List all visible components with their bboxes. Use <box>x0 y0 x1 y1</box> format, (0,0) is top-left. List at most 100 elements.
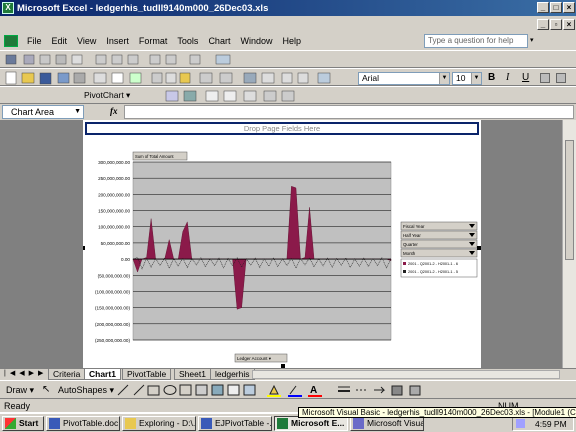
draw-tools[interactable]: A <box>114 381 434 399</box>
fx-icon[interactable]: fx <box>110 106 118 116</box>
autoshapes-menu[interactable]: AutoShapes ▾ <box>58 385 114 396</box>
page-drop-zone[interactable]: Drop Page Fields Here <box>85 122 479 135</box>
undo-icon <box>199 72 213 84</box>
refresh-icon <box>243 90 257 102</box>
title-bar: X Microsoft Excel - ledgerhis_tudll9140m… <box>0 0 576 16</box>
tab-criteria[interactable]: Criteria <box>48 369 86 380</box>
task-ejpivottable[interactable]: EJPivotTable -... <box>198 416 272 431</box>
folder-icon <box>125 418 136 429</box>
print-icon <box>93 72 107 84</box>
menu-file[interactable]: File <box>22 36 47 46</box>
series-field-label: Quarter <box>403 242 418 247</box>
shadow-icon <box>391 385 403 396</box>
box-icon <box>149 54 161 65</box>
spelling-icon <box>129 72 142 84</box>
oval-icon <box>163 385 177 395</box>
chart-sheet[interactable]: Drop Page Fields Here 300,000,000.00 250,… <box>83 120 481 368</box>
align-left-icon[interactable] <box>540 73 550 83</box>
pivot-toolbar: PivotChart ▾ <box>0 86 576 104</box>
taskbar-tooltip: Microsoft Visual Basic - ledgerhis_tudll… <box>298 407 576 418</box>
start-button[interactable]: Start <box>2 416 44 431</box>
cut-icon <box>151 72 163 84</box>
pivot-chart[interactable]: 300,000,000.00 250,000,000.00 200,000,000.… <box>83 138 481 368</box>
maximize-button[interactable]: □ <box>550 2 562 13</box>
workbook-icon[interactable] <box>4 35 18 47</box>
y-tick-label: (100,000,000.00) <box>95 289 130 294</box>
chart-toolbar <box>0 50 576 68</box>
menu-format[interactable]: Format <box>134 36 173 46</box>
autosum-icon <box>261 72 275 84</box>
format-report-icon <box>165 90 179 102</box>
menu-window[interactable]: Window <box>235 36 277 46</box>
menu-chart[interactable]: Chart <box>203 36 235 46</box>
tray-icon[interactable] <box>516 419 525 428</box>
menu-view[interactable]: View <box>72 36 101 46</box>
menu-help[interactable]: Help <box>277 36 306 46</box>
name-box[interactable]: Chart Area ▼ <box>2 105 84 119</box>
name-box-dropdown-icon[interactable]: ▼ <box>74 106 81 118</box>
permission-icon <box>57 72 70 84</box>
workbook-minimize-button[interactable]: _ <box>537 19 549 30</box>
workbook-close-button[interactable]: × <box>563 19 575 30</box>
italic-button[interactable]: I <box>506 72 509 83</box>
tab-nav-arrows[interactable]: |◀◀▶▶| <box>4 369 53 377</box>
horizontal-scrollbar[interactable] <box>252 370 560 379</box>
pivot-toolbar-icons[interactable] <box>160 87 340 105</box>
task-microsoft-visual-basic[interactable]: Microsoft Visua... <box>350 416 424 431</box>
task-microsoft-excel[interactable]: Microsoft E... <box>274 416 348 431</box>
category-field-label: Ledger Account ▾ <box>237 356 271 361</box>
font-name-combo[interactable]: Arial ▼ <box>358 72 450 85</box>
workbook-restore-button[interactable]: ▫ <box>550 19 562 30</box>
y-tick-label: (200,000,000.00) <box>95 322 130 327</box>
chart-icon <box>5 54 17 65</box>
font-dropdown-icon[interactable]: ▼ <box>439 73 449 84</box>
ask-dropdown-icon[interactable]: ▾ <box>530 36 534 44</box>
excel-icon <box>277 418 288 429</box>
underline-button[interactable]: U <box>522 72 529 83</box>
chart-type-icon <box>215 54 231 65</box>
field-list-icon <box>281 90 295 102</box>
excel-app-icon[interactable]: X <box>2 2 14 14</box>
legend-swatch <box>403 270 406 273</box>
menu-edit[interactable]: Edit <box>47 36 73 46</box>
table-icon <box>39 54 51 65</box>
standard-toolbar: Arial ▼ 10 ▼ B I U <box>0 68 576 86</box>
arrow-icon <box>133 384 145 396</box>
draw-menu[interactable]: Draw ▾ <box>6 385 34 396</box>
y-tick-label: 50,000,000.00 <box>101 241 131 246</box>
font-size-combo[interactable]: 10 ▼ <box>452 72 482 85</box>
task-pivottable-doc[interactable]: PivotTable.doc... <box>46 416 120 431</box>
scroll-thumb[interactable] <box>565 140 574 260</box>
y-tick-label: 300,000,000.00 <box>98 160 130 165</box>
menu-insert[interactable]: Insert <box>101 36 134 46</box>
vertical-scrollbar[interactable] <box>562 120 576 368</box>
align-center-icon[interactable] <box>556 73 566 83</box>
close-button[interactable]: × <box>563 2 575 13</box>
redo-icon <box>219 72 233 84</box>
tab-pivottable[interactable]: PivotTable <box>122 369 172 380</box>
select-cursor-icon[interactable]: ↖ <box>42 384 50 395</box>
pivotchart-menu[interactable]: PivotChart ▾ <box>84 90 130 101</box>
font-size-dropdown-icon[interactable]: ▼ <box>471 73 481 84</box>
menu-tools[interactable]: Tools <box>172 36 203 46</box>
bold-button[interactable]: B <box>488 72 495 83</box>
task-exploring[interactable]: Exploring - D:\... <box>122 416 196 431</box>
data-field-label: Sum of Total Amount <box>135 154 174 159</box>
field-settings-icon <box>263 90 277 102</box>
tab-ledgerhis[interactable]: ledgerhis <box>210 369 255 380</box>
sheet-tab-bar: |◀◀▶▶| Criteria Chart1 PivotTable Sheet1… <box>0 368 576 380</box>
tilt-icon <box>165 54 177 65</box>
status-ready: Ready <box>4 401 31 411</box>
ask-question-input[interactable]: Type a question for help <box>424 34 528 48</box>
formula-input[interactable] <box>124 105 574 119</box>
minimize-button[interactable]: _ <box>537 2 549 13</box>
standard-toolbar-icons[interactable] <box>0 69 350 87</box>
format-icon <box>71 54 83 65</box>
tab-chart1[interactable]: Chart1 <box>84 369 121 380</box>
hide-detail-icon <box>205 90 219 102</box>
tab-sheet1[interactable]: Sheet1 <box>174 369 211 380</box>
copy-icon <box>165 72 177 84</box>
y-tick-label: 0.00 <box>121 257 130 262</box>
hyperlink-icon <box>243 72 257 84</box>
chart-toolbar-icons[interactable] <box>0 51 300 69</box>
